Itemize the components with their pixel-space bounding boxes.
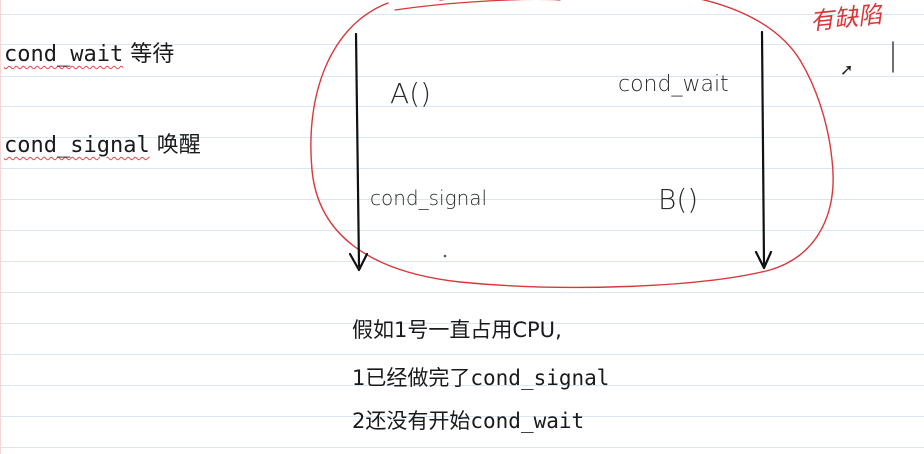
flaw-annotation: 有缺陷	[808, 0, 884, 36]
ink-dot	[443, 254, 447, 258]
thread1-signal-label: cond_signal	[370, 186, 488, 210]
loop-overlap-stroke	[394, 0, 561, 11]
thread1-arrow-shaft	[354, 32, 361, 268]
thread2-arrow-shaft	[760, 30, 766, 266]
thread1-a-label: A()	[390, 77, 432, 110]
thread2-b-label: B()	[658, 183, 699, 216]
explanation-line-2: 1已经做完了cond_signal	[352, 368, 609, 389]
thread2-wait-label: cond_wait	[618, 72, 729, 97]
enclosing-loop	[310, 0, 834, 289]
explanation-line-1-text: 假如1号一直占用CPU	[352, 318, 556, 342]
explanation-line-2-code: cond_signal	[470, 366, 610, 390]
explanation-line-3-text: 2还没有开始	[352, 409, 471, 433]
explanation-line-1-comma: ,	[555, 318, 562, 342]
explanation-line-3: 2还没有开始cond_wait	[352, 411, 584, 432]
mouse-cursor-icon: ➚	[840, 60, 854, 79]
notebook-canvas: cond_wait 等待 cond_signal 唤醒 A() cond_wai…	[0, 0, 924, 454]
explanation-line-2-text: 1已经做完了	[352, 366, 471, 390]
explanation-line-1: 假如1号一直占用CPU,	[352, 320, 562, 341]
explanation-line-3-code: cond_wait	[470, 409, 585, 433]
